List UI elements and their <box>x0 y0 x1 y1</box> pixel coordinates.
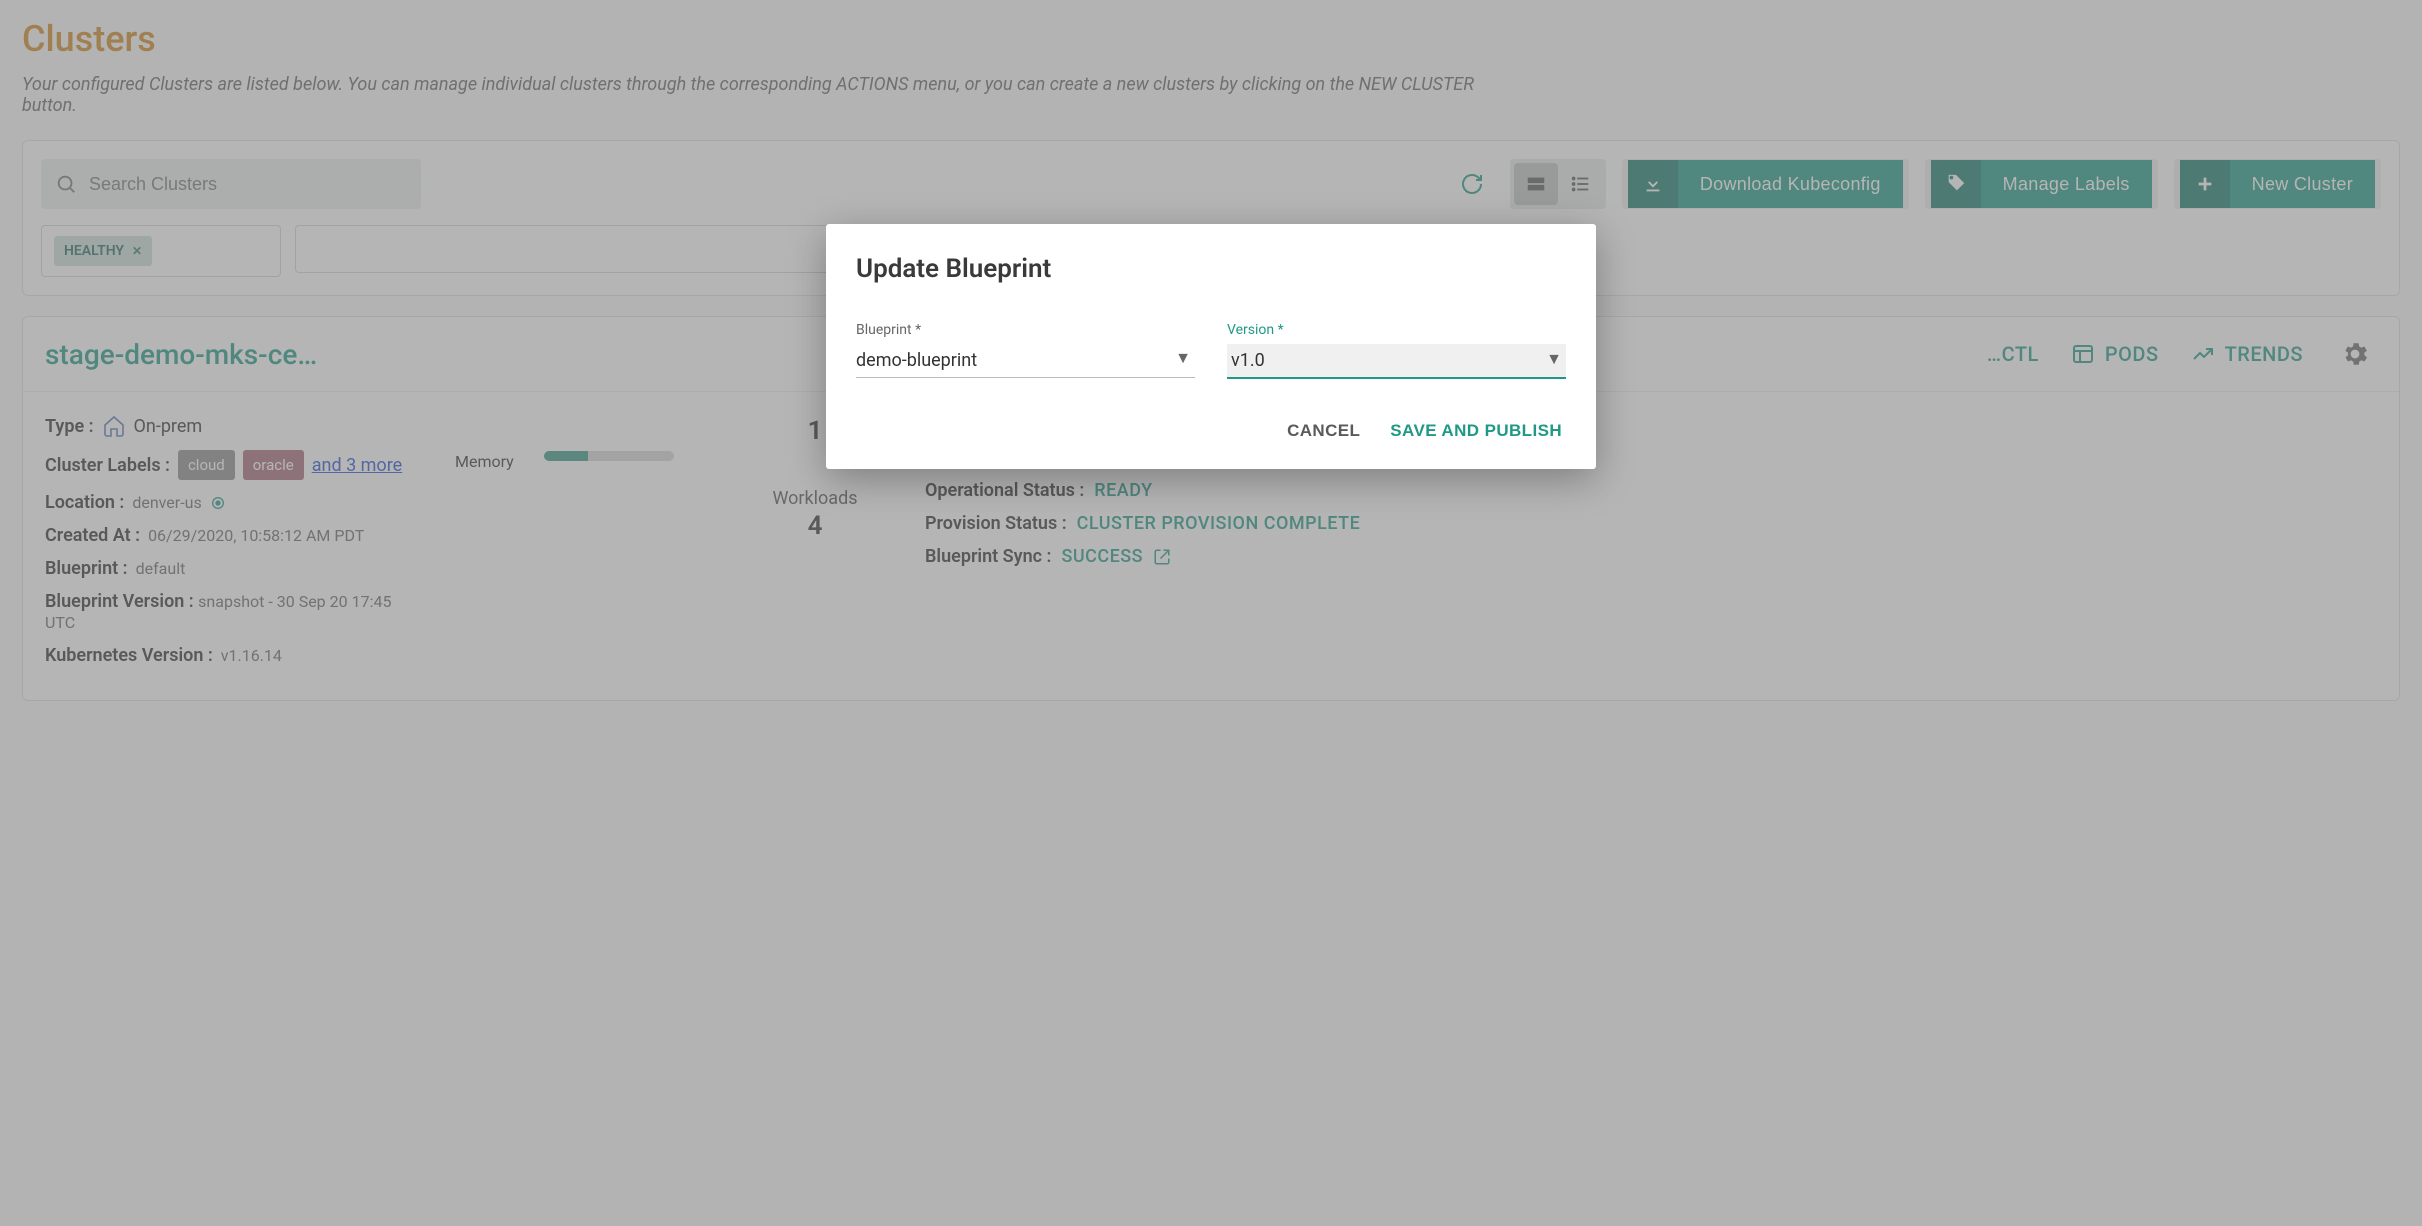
modal-title: Update Blueprint <box>856 254 1566 284</box>
blueprint-select[interactable]: demo-blueprint <box>856 344 1195 378</box>
version-field-label: Version * <box>1227 322 1566 338</box>
modal-overlay[interactable]: Update Blueprint Blueprint * demo-bluepr… <box>0 0 2422 1226</box>
blueprint-field-label: Blueprint * <box>856 322 1195 338</box>
cancel-button[interactable]: CANCEL <box>1283 413 1364 449</box>
save-publish-button[interactable]: SAVE AND PUBLISH <box>1386 413 1566 449</box>
update-blueprint-modal: Update Blueprint Blueprint * demo-bluepr… <box>826 224 1596 469</box>
version-select[interactable]: v1.0 <box>1227 344 1566 379</box>
